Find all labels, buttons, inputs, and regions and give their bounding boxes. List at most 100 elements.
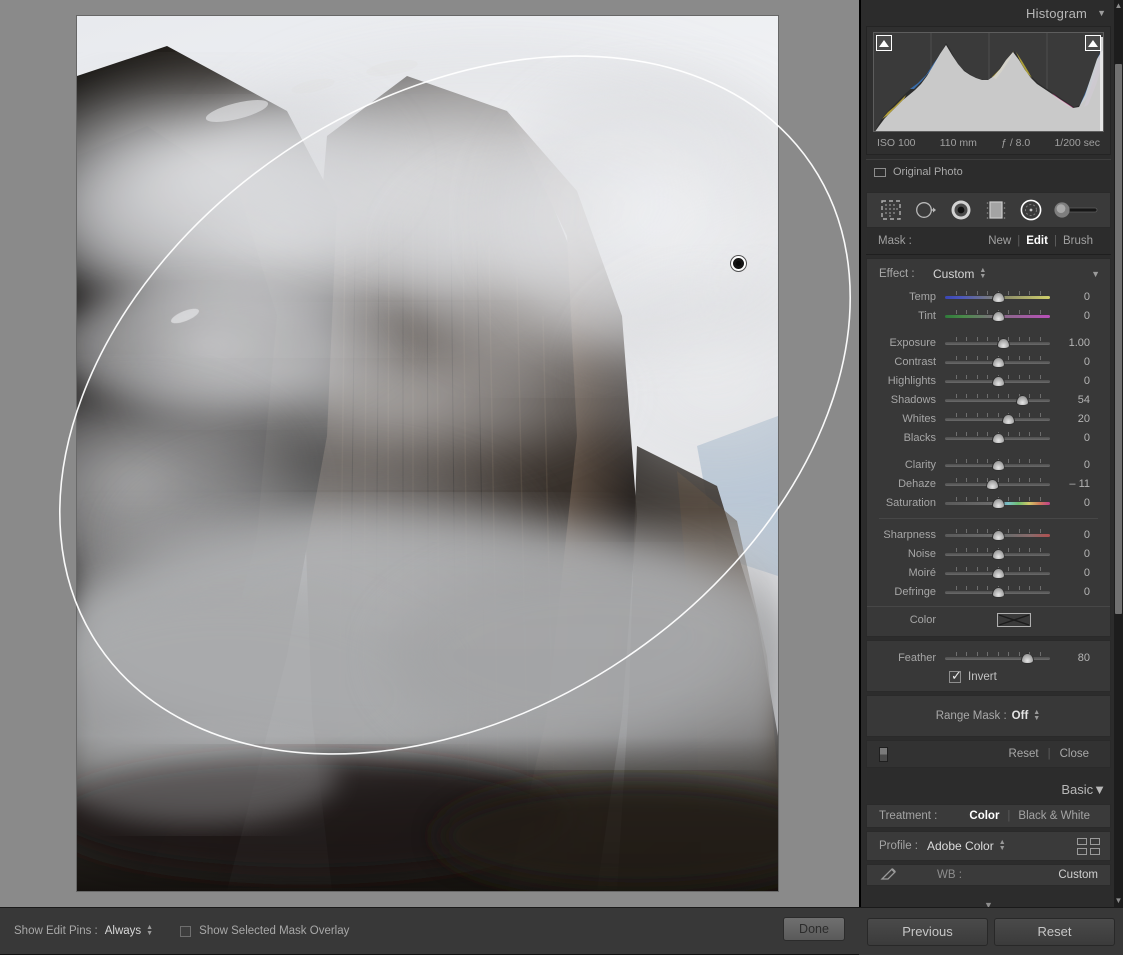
- shutter-speed-value: 1/200 sec: [1054, 137, 1100, 149]
- treatment-option-black-and-white[interactable]: Black & White: [1010, 810, 1098, 822]
- range-mask-value[interactable]: Off: [1012, 710, 1029, 722]
- mask-mode-brush[interactable]: Brush: [1057, 235, 1099, 247]
- slider-track[interactable]: [945, 412, 1050, 425]
- wb-value[interactable]: Custom: [1058, 869, 1098, 881]
- histogram-panel-header[interactable]: Histogram ▼: [861, 0, 1116, 26]
- slider-value[interactable]: 0: [1050, 497, 1090, 509]
- slider-value[interactable]: 0: [1050, 567, 1090, 579]
- show-edit-pins-value[interactable]: Always: [105, 925, 141, 937]
- profile-browser-grid-icon[interactable]: [1077, 837, 1100, 855]
- slider-value[interactable]: 0: [1050, 432, 1090, 444]
- dotted-square-icon[interactable]: [876, 197, 906, 223]
- basic-panel-header[interactable]: Basic ▼: [861, 776, 1116, 802]
- effect-preset-value[interactable]: Custom: [933, 267, 974, 281]
- slider-value[interactable]: 54: [1050, 394, 1090, 406]
- slider-group-presence: Clarity 0 Dehaze – 11 Saturation 0: [867, 455, 1110, 512]
- invert-checkbox[interactable]: ✓: [949, 669, 962, 683]
- slider-track[interactable]: [945, 393, 1050, 406]
- slider-sharpness-row: Sharpness 0: [867, 525, 1110, 544]
- invert-row[interactable]: ✓ Invert: [867, 667, 1110, 683]
- photo-preview[interactable]: [77, 16, 778, 891]
- slider-track[interactable]: [945, 651, 1050, 664]
- circle-outline-icon[interactable]: [1016, 197, 1046, 223]
- slider-value[interactable]: 0: [1050, 548, 1090, 560]
- slider-track[interactable]: [945, 528, 1050, 541]
- triangle-down-icon[interactable]: ▼: [1093, 782, 1106, 797]
- slider-saturation-row: Saturation 0: [867, 493, 1110, 512]
- slider-value[interactable]: 0: [1050, 356, 1090, 368]
- slider-value[interactable]: 20: [1050, 413, 1090, 425]
- up-down-stepper-icon[interactable]: ▲ ▼: [999, 839, 1007, 852]
- range-mask-row[interactable]: Range Mask : Off ▲ ▼: [866, 695, 1111, 737]
- done-button[interactable]: Done: [783, 917, 845, 941]
- brush-slider-icon[interactable]: [1051, 197, 1101, 223]
- scroll-up-arrow-icon[interactable]: ▲: [1114, 0, 1123, 12]
- reset-button[interactable]: Reset: [994, 917, 1115, 946]
- previous-button[interactable]: Previous: [867, 917, 988, 946]
- show-mask-overlay-checkbox[interactable]: [180, 925, 192, 937]
- slider-group-tone: Exposure 1.00 Contrast 0 Highlights 0 Shadows 5…: [867, 333, 1110, 447]
- triangle-down-icon[interactable]: ▼: [1097, 8, 1106, 18]
- slider-track[interactable]: [945, 566, 1050, 579]
- circle-arrow-icon[interactable]: [911, 197, 941, 223]
- slider-track[interactable]: [945, 336, 1050, 349]
- slider-feather-row: Feather 80: [867, 648, 1110, 667]
- panel-scrollbar[interactable]: ▲ ▼: [1114, 0, 1123, 907]
- slider-value[interactable]: 80: [1050, 652, 1090, 664]
- effect-label: Effect :: [879, 268, 915, 280]
- slider-rail: [945, 417, 1050, 421]
- effect-row: Effect : Custom ▲ ▼ ▼: [867, 265, 1110, 287]
- profile-value[interactable]: Adobe Color: [927, 839, 994, 853]
- empty-color-swatch-icon[interactable]: [997, 612, 1031, 627]
- scrollbar-thumb[interactable]: [1115, 64, 1122, 614]
- triangle-down-icon[interactable]: ▼: [1091, 269, 1100, 279]
- mask-mode-new[interactable]: New: [982, 235, 1017, 247]
- reset-mask-button[interactable]: Reset: [1000, 748, 1048, 760]
- treatment-option-color[interactable]: Color: [961, 810, 1007, 822]
- slider-value[interactable]: 0: [1050, 586, 1090, 598]
- toggle-switch-icon[interactable]: [879, 746, 888, 762]
- slider-value[interactable]: – 11: [1050, 478, 1090, 490]
- image-canvas-area[interactable]: [0, 0, 859, 907]
- slider-shadows-row: Shadows 54: [867, 390, 1110, 409]
- close-mask-button[interactable]: Close: [1051, 748, 1098, 760]
- slider-track[interactable]: [945, 355, 1050, 368]
- slider-ticks: [945, 412, 1050, 417]
- rectangle-gradient-icon[interactable]: [981, 197, 1011, 223]
- slider-value[interactable]: 0: [1050, 310, 1090, 322]
- slider-value[interactable]: 0: [1050, 529, 1090, 541]
- original-photo-icon: [874, 167, 886, 177]
- scroll-down-arrow-icon[interactable]: ▼: [1114, 895, 1123, 907]
- slider-track[interactable]: [945, 431, 1050, 444]
- slider-track[interactable]: [945, 309, 1050, 322]
- slider-track[interactable]: [945, 585, 1050, 598]
- white-balance-eyedropper-icon[interactable]: [879, 867, 903, 884]
- treatment-row: Treatment : Color | Black & White: [866, 804, 1111, 828]
- histogram-graph[interactable]: [873, 32, 1104, 132]
- highlight-clipping-triangle-icon[interactable]: [1085, 35, 1101, 51]
- slider-value[interactable]: 0: [1050, 291, 1090, 303]
- slider-value[interactable]: 0: [1050, 375, 1090, 387]
- histogram-title: Histogram: [1026, 5, 1088, 21]
- original-photo-toggle[interactable]: Original Photo: [866, 159, 1111, 185]
- mask-mode-edit[interactable]: Edit: [1020, 235, 1054, 247]
- slider-track[interactable]: [945, 496, 1050, 509]
- mask-edit-pin[interactable]: [731, 256, 746, 271]
- slider-track[interactable]: [945, 458, 1050, 471]
- filled-radial-icon[interactable]: [946, 197, 976, 223]
- slider-dehaze-row: Dehaze – 11: [867, 474, 1110, 493]
- slider-track[interactable]: [945, 477, 1050, 490]
- slider-track[interactable]: [945, 290, 1050, 303]
- up-down-stepper-icon[interactable]: ▲ ▼: [1033, 709, 1041, 722]
- slider-track[interactable]: [945, 374, 1050, 387]
- up-down-stepper-icon[interactable]: ▲ ▼: [146, 924, 154, 937]
- histogram-metadata: ISO 100 110 mm ƒ / 8.0 1/200 sec: [873, 132, 1104, 151]
- panel-collapse-triangle-icon[interactable]: ▼: [861, 900, 1116, 907]
- slider-temp-row: Temp 0: [867, 287, 1110, 306]
- mask-tool-strip: [866, 192, 1111, 228]
- shadow-clipping-triangle-icon[interactable]: [876, 35, 892, 51]
- slider-track[interactable]: [945, 547, 1050, 560]
- slider-value[interactable]: 0: [1050, 459, 1090, 471]
- up-down-stepper-icon[interactable]: ▲ ▼: [979, 267, 987, 280]
- slider-value[interactable]: 1.00: [1050, 337, 1090, 349]
